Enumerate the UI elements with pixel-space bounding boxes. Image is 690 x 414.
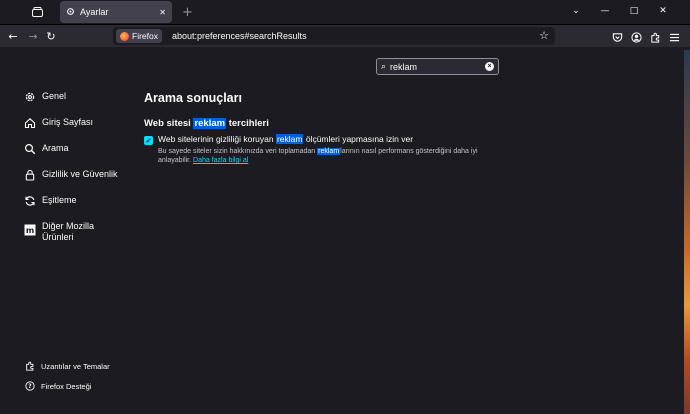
option-description: Bu sayede siteler sizin hakkınızda veri … bbox=[158, 147, 508, 165]
navigation-toolbar: ← → ↻ Firefox about:preferences#searchRe… bbox=[0, 25, 690, 47]
gear-icon bbox=[66, 7, 75, 18]
sidebar-item-label: Genel bbox=[42, 91, 67, 101]
settings-search-input[interactable]: ⌕ reklam × bbox=[376, 58, 499, 75]
extension-icon bbox=[25, 361, 35, 371]
svg-text:m: m bbox=[26, 226, 34, 235]
extensions-icon[interactable] bbox=[650, 28, 661, 47]
close-button[interactable]: ✕ bbox=[656, 4, 670, 18]
mozilla-icon: m bbox=[24, 224, 36, 236]
ad-measurement-checkbox[interactable]: ✓ bbox=[144, 136, 153, 145]
sidebar-item-general[interactable]: Genel bbox=[24, 91, 134, 117]
sidebar-item-support[interactable]: ? Firefox Desteği bbox=[25, 381, 155, 391]
tab-settings[interactable]: Ayarlar ✕ bbox=[60, 1, 172, 23]
description-text: Bu sayede siteler sizin hakkınızda veri … bbox=[158, 148, 318, 155]
back-arrow-icon[interactable]: ← bbox=[5, 28, 21, 44]
tab-list-icon[interactable]: ⌄ bbox=[569, 4, 583, 18]
checkbox-label[interactable]: Web sitelerinin gizliliği koruyan reklam… bbox=[158, 134, 413, 144]
category-sidebar: Genel Giriş Sayfası Arama Gizlilik ve Gü… bbox=[24, 91, 134, 251]
desktop-wallpaper bbox=[684, 50, 690, 414]
sidebar-item-addons[interactable]: Uzantılar ve Temalar bbox=[25, 361, 155, 371]
sidebar-item-label: Gizlilik ve Güvenlik bbox=[42, 169, 118, 179]
reload-icon[interactable]: ↻ bbox=[43, 28, 59, 44]
url-bar[interactable]: Firefox about:preferences#searchResults … bbox=[113, 27, 555, 45]
preferences-page: ⌕ reklam × Genel Giriş Sayfası Arama Giz… bbox=[0, 47, 684, 414]
account-icon[interactable] bbox=[631, 28, 642, 47]
search-icon: ⌕ bbox=[381, 61, 387, 71]
label-line2: Ürünleri bbox=[42, 232, 74, 242]
search-highlight: reklam bbox=[275, 134, 304, 144]
toolbar-right bbox=[612, 28, 680, 47]
tab-overview-icon[interactable] bbox=[26, 3, 48, 21]
search-icon bbox=[24, 143, 36, 155]
svg-text:?: ? bbox=[28, 384, 31, 390]
sidebar-item-privacy[interactable]: Gizlilik ve Güvenlik bbox=[24, 169, 134, 195]
close-tab-icon[interactable]: ✕ bbox=[159, 8, 166, 17]
sidebar-item-search[interactable]: Arama bbox=[24, 143, 134, 169]
sidebar-item-label: Uzantılar ve Temalar bbox=[41, 361, 110, 371]
ad-measurement-option: ✓ Web sitelerinin gizliliği koruyan rekl… bbox=[144, 134, 544, 145]
search-highlight: reklam bbox=[193, 118, 227, 129]
tab-strip: Ayarlar ✕ + ⌄ — □ ✕ bbox=[0, 0, 690, 25]
sidebar-item-label: Firefox Desteği bbox=[41, 381, 92, 391]
heading-text: Web sitesi bbox=[144, 118, 194, 129]
help-icon: ? bbox=[25, 381, 35, 391]
sidebar-item-more-from-mozilla[interactable]: m Diğer Mozilla Ürünleri bbox=[24, 221, 134, 251]
sidebar-item-label: Diğer Mozilla Ürünleri bbox=[42, 221, 94, 243]
sync-icon bbox=[24, 195, 36, 207]
new-tab-icon[interactable]: + bbox=[182, 6, 193, 19]
search-results: Arama sonuçları Web sitesi reklam tercih… bbox=[144, 91, 544, 165]
window-controls: ⌄ — □ ✕ bbox=[569, 4, 670, 18]
sidebar-item-home[interactable]: Giriş Sayfası bbox=[24, 117, 134, 143]
url-text[interactable]: about:preferences#searchResults bbox=[172, 31, 307, 41]
pocket-icon[interactable] bbox=[612, 28, 623, 47]
maximize-button[interactable]: □ bbox=[627, 4, 641, 18]
identity-label: Firefox bbox=[132, 31, 158, 41]
lock-icon bbox=[24, 169, 36, 181]
label-text: ölçümleri yapmasına izin ver bbox=[303, 134, 414, 144]
page-title: Arama sonuçları bbox=[144, 91, 242, 105]
search-query[interactable]: reklam bbox=[390, 62, 485, 72]
sidebar-item-label: Eşitleme bbox=[42, 195, 77, 205]
firefox-logo-icon bbox=[120, 31, 129, 41]
home-icon bbox=[24, 117, 36, 129]
forward-arrow-icon[interactable]: → bbox=[25, 28, 41, 44]
browser-window: Ayarlar ✕ + ⌄ — □ ✕ ← → ↻ Firefox about:… bbox=[0, 0, 690, 414]
sidebar-item-sync[interactable]: Eşitleme bbox=[24, 195, 134, 221]
clear-search-icon[interactable]: × bbox=[485, 62, 494, 71]
label-line1: Diğer Mozilla bbox=[42, 221, 95, 231]
minimize-button[interactable]: — bbox=[598, 4, 612, 18]
gear-icon bbox=[24, 91, 36, 103]
identity-box[interactable]: Firefox bbox=[116, 29, 162, 43]
bookmark-star-icon[interactable]: ☆ bbox=[539, 29, 549, 42]
sidebar-item-label: Giriş Sayfası bbox=[42, 117, 94, 127]
search-highlight: reklam bbox=[317, 148, 341, 155]
menu-icon[interactable] bbox=[669, 28, 680, 47]
heading-text: tercihleri bbox=[226, 118, 269, 129]
learn-more-link[interactable]: Daha fazla bilgi al bbox=[193, 157, 248, 164]
label-text: Web sitelerinin gizliliği koruyan bbox=[158, 134, 276, 144]
section-heading: Web sitesi reklam tercihleri bbox=[144, 118, 544, 129]
tab-title: Ayarlar bbox=[80, 7, 109, 17]
sidebar-item-label: Arama bbox=[42, 143, 69, 153]
